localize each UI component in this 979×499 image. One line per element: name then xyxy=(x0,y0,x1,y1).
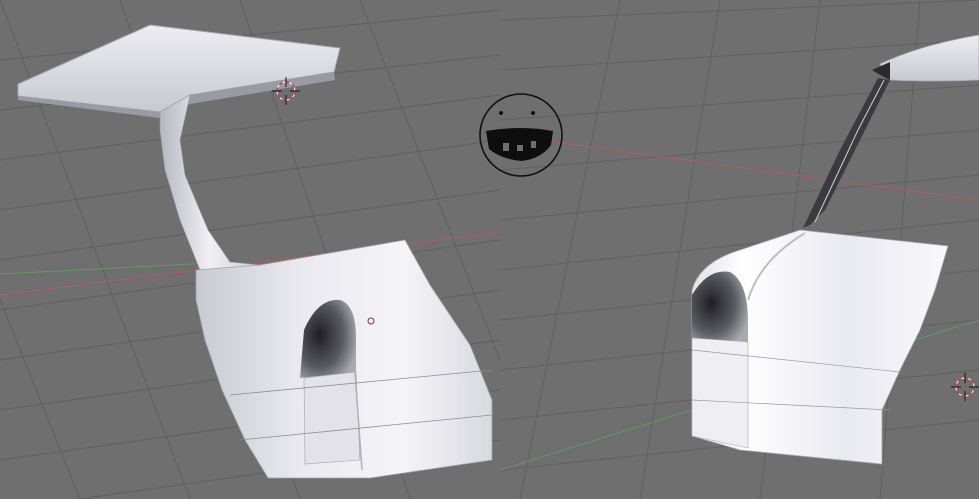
right-mesh[interactable] xyxy=(691,34,979,465)
y-axis-line-left xyxy=(0,261,231,275)
left-roof-panel xyxy=(17,24,341,113)
left-arch-inner xyxy=(303,371,361,465)
doodle-smiley-icon xyxy=(479,93,563,177)
viewport-canvas[interactable] xyxy=(0,0,979,499)
3d-viewport[interactable] xyxy=(0,0,979,499)
right-pillar xyxy=(803,78,890,228)
left-pillar xyxy=(159,94,261,277)
x-axis-line-right xyxy=(539,139,979,201)
3d-cursor-icon-right[interactable] xyxy=(951,373,979,401)
right-roof-panel xyxy=(879,34,979,82)
right-arch-lower xyxy=(691,337,749,449)
